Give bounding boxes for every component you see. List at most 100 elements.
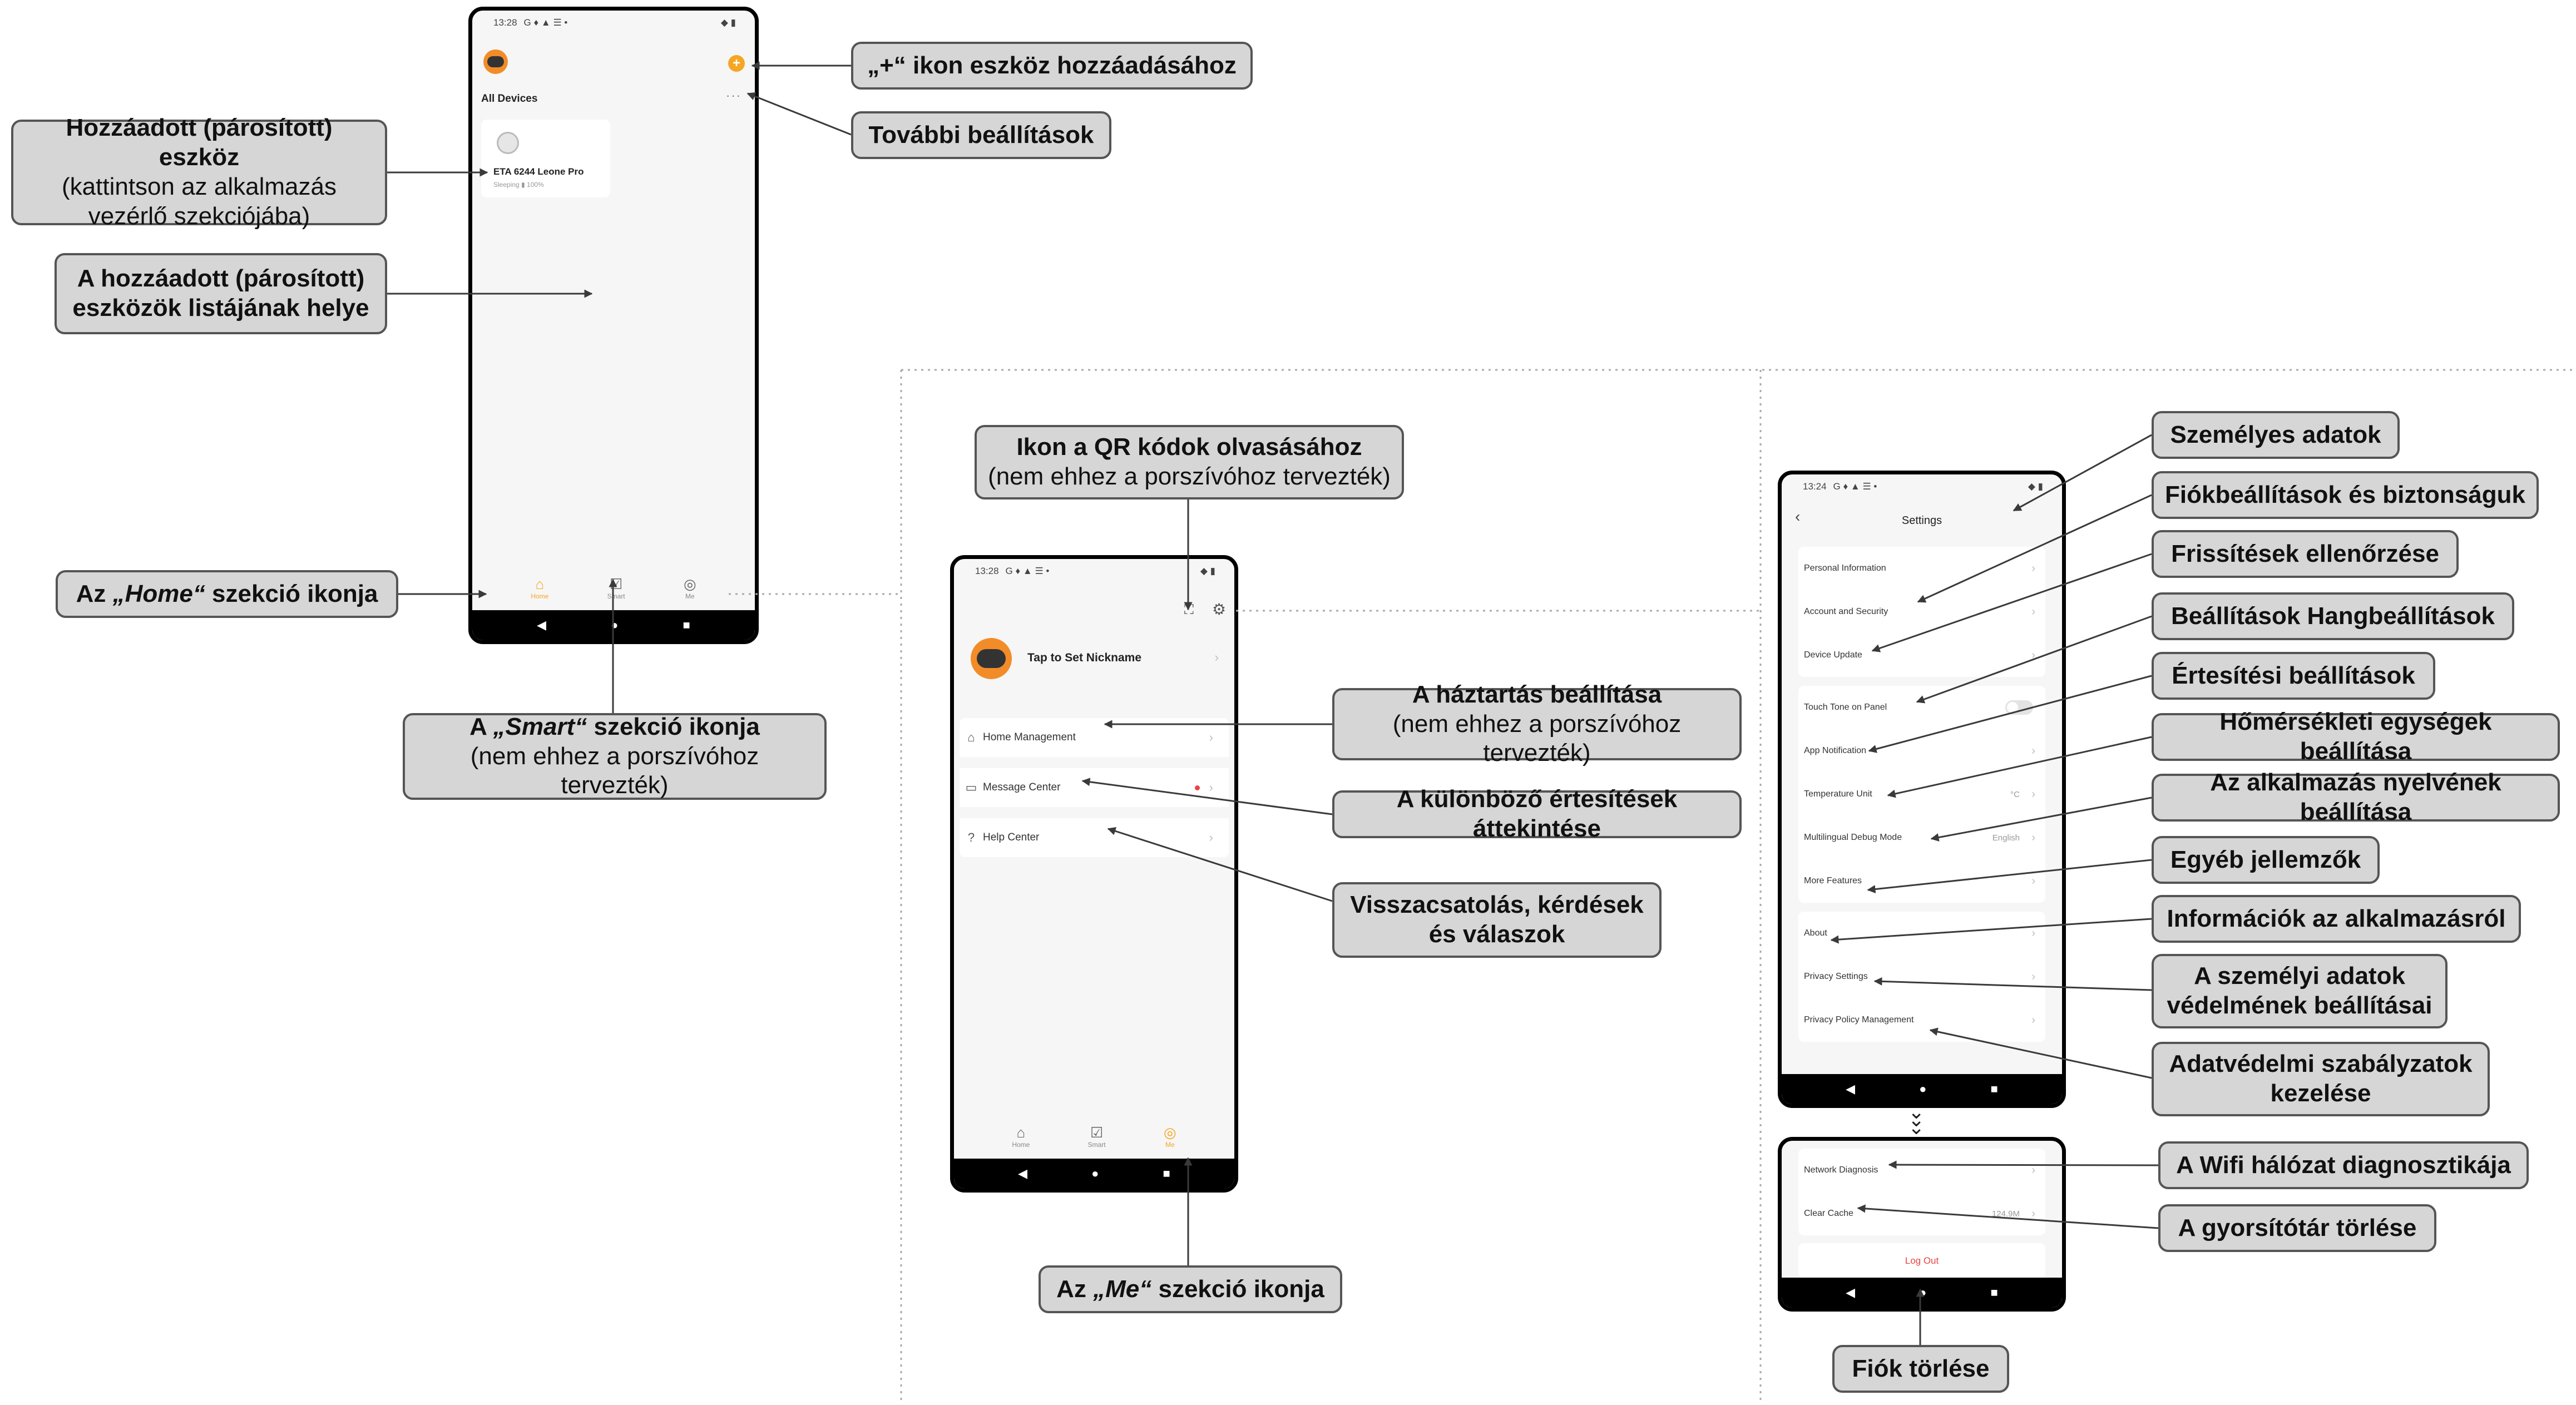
tab-bar: ⌂ Home ☑ Smart ◎ Me	[954, 1122, 1234, 1159]
settings-row-app-notification[interactable]: App Notification ›	[1798, 729, 2045, 773]
settings-row-multilingual[interactable]: Multilingual Debug Mode English ›	[1798, 816, 2045, 859]
tab-label: Smart	[607, 592, 625, 600]
callout-text-part: szekció ikonja	[205, 580, 378, 607]
callout-text-part: „Home“	[112, 580, 205, 607]
avatar[interactable]	[483, 50, 508, 74]
chevron-right-icon: ›	[2031, 649, 2035, 661]
callout-text: Adatvédelmi szabályzatok kezelése	[2169, 1050, 2473, 1107]
settings-row-privacy-settings[interactable]: Privacy Settings ›	[1798, 955, 2045, 998]
settings-gear-icon[interactable]: ⚙	[1212, 600, 1226, 619]
chevron-right-icon: ›	[1209, 730, 1213, 744]
recents-icon[interactable]: ■	[1163, 1166, 1170, 1181]
phone-me-screen: 13:28 G ♦ ▲ ☰ • ◆ ▮ ⛶ ⚙ Tap to Set Nickn…	[950, 555, 1238, 1193]
settings-row-temperature-unit[interactable]: Temperature Unit °C ›	[1798, 773, 2045, 816]
callout-text: Az alkalmazás nyelvének beállítása	[2210, 769, 2501, 825]
callout-subtext: (nem ehhez a porszívóhoz tervezték)	[1392, 710, 1682, 767]
settings-row-label: Personal Information	[1804, 563, 1886, 573]
avatar	[971, 638, 1012, 679]
callout-app-info: Információk az alkalmazásról	[2152, 895, 2521, 943]
callout-text: Hőmérsékleti egységek beállítása	[2219, 708, 2492, 765]
callout-subtext: (nem ehhez a porszívóhoz tervezték)	[988, 463, 1391, 490]
device-card[interactable]: ETA 6244 Leone Pro Sleeping ▮ 100%	[481, 120, 610, 197]
tab-home[interactable]: ⌂ Home	[531, 577, 548, 600]
settings-row-clear-cache[interactable]: Clear Cache 124.9M ›	[1798, 1192, 2045, 1235]
settings-row-privacy-policy[interactable]: Privacy Policy Management ›	[1798, 998, 2045, 1042]
callout-text: Hozzáadott (párosított) eszköz	[66, 114, 333, 171]
settings-row-label: More Features	[1804, 876, 1862, 885]
settings-row-value: 124.9M	[1991, 1209, 2020, 1219]
settings-row-label: Multilingual Debug Mode	[1804, 833, 1902, 842]
callout-text: Ikon a QR kódok olvasásához	[1016, 433, 1362, 461]
home-button-icon[interactable]: ●	[1919, 1082, 1926, 1096]
callout-wifi-diagnosis: A Wifi hálózat diagnosztikája	[2158, 1141, 2529, 1189]
home-button-icon[interactable]: ●	[1091, 1166, 1099, 1181]
callout-text: Visszacsatolás, kérdések és válaszok	[1350, 891, 1644, 948]
help-icon: ?	[967, 830, 975, 844]
callout-more-settings: További beállítások	[851, 111, 1111, 159]
tab-me[interactable]: ◎ Me	[1164, 1125, 1176, 1149]
callout-text: Az „Home“ szekció ikonja	[76, 580, 378, 609]
recents-icon[interactable]: ■	[1991, 1082, 1998, 1096]
chevron-right-icon: ›	[2031, 1207, 2035, 1220]
add-device-icon[interactable]: +	[728, 55, 745, 72]
more-options-icon[interactable]: ···	[726, 88, 741, 103]
home-button-icon[interactable]: ●	[611, 618, 618, 632]
settings-row-about[interactable]: About ›	[1798, 912, 2045, 955]
callout-text: A „Smart“ szekció ikonja	[469, 713, 760, 742]
status-time: 13:28	[975, 566, 999, 576]
settings-row-value: °C	[2010, 789, 2020, 799]
settings-row-account-security[interactable]: Account and Security ›	[1798, 590, 2045, 634]
notification-dot	[1195, 785, 1200, 790]
home-button-icon[interactable]: ●	[1919, 1285, 1926, 1300]
recents-icon[interactable]: ■	[1991, 1285, 1998, 1300]
menu-item-message-center[interactable]: ▭ Message Center ›	[960, 768, 1229, 807]
recents-icon[interactable]: ■	[683, 618, 690, 632]
callout-account-security: Fiókbeállítások és biztonságuk	[2152, 471, 2539, 519]
chevron-right-icon: ›	[1209, 780, 1213, 794]
chevron-right-icon: ›	[2031, 788, 2035, 800]
tab-smart[interactable]: ☑ Smart	[607, 577, 625, 600]
settings-row-label: App Notification	[1804, 746, 1867, 755]
settings-row-network-diagnosis[interactable]: Network Diagnosis ›	[1798, 1149, 2045, 1192]
back-icon[interactable]: ◀	[1846, 1285, 1855, 1300]
chevron-right-icon: ›	[2031, 874, 2035, 887]
status-time: 13:28	[493, 17, 517, 28]
callout-app-language: Az alkalmazás nyelvének beállítása	[2152, 769, 2560, 825]
menu-item-label: Home Management	[983, 731, 1076, 743]
tab-smart[interactable]: ☑ Smart	[1088, 1125, 1106, 1149]
profile-row[interactable]: Tap to Set Nickname ›	[960, 628, 1229, 689]
settings-row-label: Temperature Unit	[1804, 789, 1872, 799]
nickname-label: Tap to Set Nickname	[1027, 651, 1141, 664]
callout-text: Információk az alkalmazásról	[2167, 904, 2506, 932]
tab-me[interactable]: ◎ Me	[684, 577, 696, 600]
callout-text: Frissítések ellenőrzése	[2171, 540, 2439, 567]
back-icon[interactable]: ◀	[537, 618, 546, 632]
tab-home[interactable]: ⌂ Home	[1012, 1125, 1030, 1149]
back-icon[interactable]: ◀	[1018, 1166, 1027, 1181]
scan-qr-icon[interactable]: ⛶	[1184, 602, 1194, 618]
callout-subtext: (kattintson az alkalmazás vezérlő szekci…	[62, 173, 337, 230]
touch-tone-toggle[interactable]	[2005, 700, 2033, 715]
settings-row-device-update[interactable]: Device Update ›	[1798, 634, 2045, 677]
settings-row-touch-tone[interactable]: Touch Tone on Panel	[1798, 686, 2045, 729]
callout-text: Fiókbeállítások és biztonságuk	[2165, 481, 2525, 508]
settings-row-personal-information[interactable]: Personal Information ›	[1798, 547, 2045, 590]
back-icon[interactable]: ◀	[1846, 1082, 1855, 1096]
callout-updates-check: Frissítések ellenőrzése	[2152, 530, 2459, 578]
menu-item-help-center[interactable]: ? Help Center ›	[960, 818, 1229, 857]
logout-button[interactable]: Log Out	[1798, 1243, 2045, 1279]
callout-clear-cache: A gyorsítótár törlése	[2158, 1204, 2436, 1252]
callout-notification-settings: Értesítési beállítások	[2152, 652, 2435, 700]
settings-row-label: Clear Cache	[1804, 1209, 1853, 1218]
android-nav-bar: ◀ ● ■	[1782, 1074, 2062, 1104]
callout-feedback: Visszacsatolás, kérdések és válaszok	[1332, 882, 1662, 958]
settings-row-more-features[interactable]: More Features ›	[1798, 859, 2045, 903]
home-icon: ⌂	[967, 730, 975, 744]
menu-item-home-management[interactable]: ⌂ Home Management ›	[960, 718, 1229, 757]
chevron-right-icon: ›	[2031, 970, 2035, 983]
tab-label: Home	[531, 592, 549, 600]
message-icon: ▭	[965, 780, 977, 794]
callout-text-part: Az	[76, 580, 113, 607]
callout-text: A Wifi hálózat diagnosztikája	[2176, 1151, 2511, 1179]
callout-temperature-units: Hőmérsékleti egységek beállítása	[2152, 708, 2560, 765]
